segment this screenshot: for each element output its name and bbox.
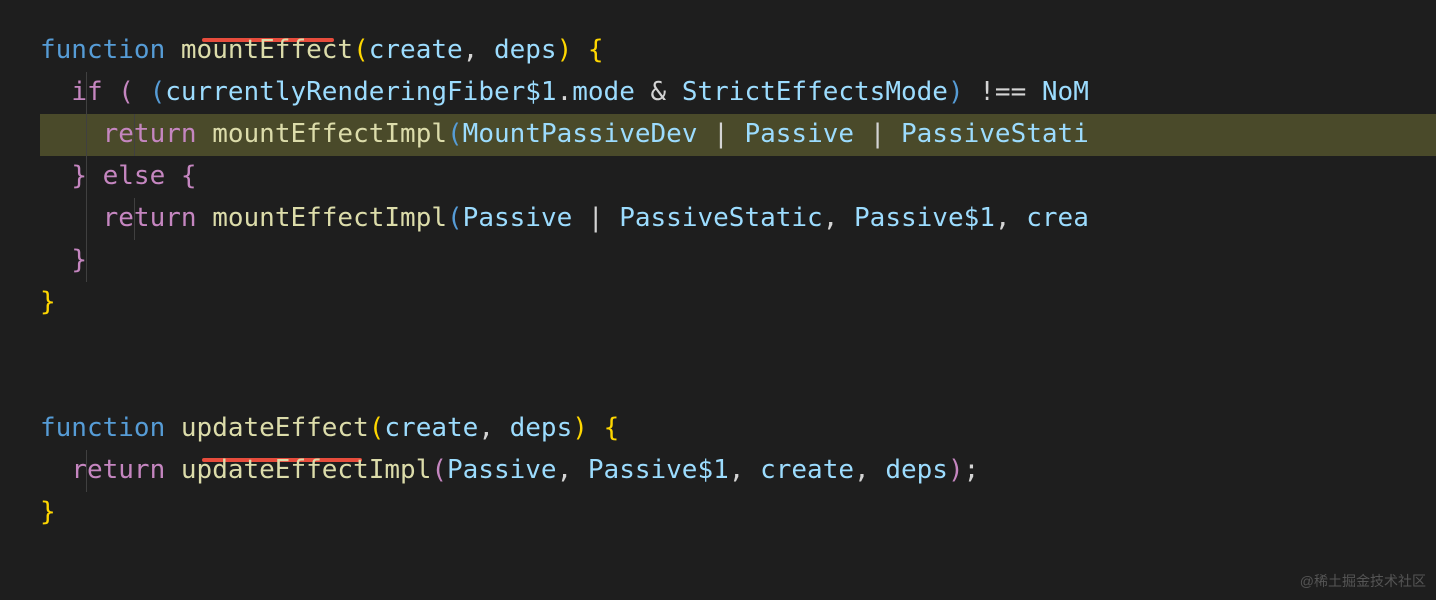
code-line-9[interactable]: return updateEffectImpl(Passive, Passive…	[40, 450, 1436, 492]
paren-open: (	[118, 77, 134, 107]
indent-guide	[86, 114, 87, 156]
comma: ,	[729, 455, 745, 485]
arg: deps	[885, 455, 948, 485]
indent-guide	[86, 450, 87, 492]
arg: PassiveStati	[901, 119, 1089, 149]
operator-pipe: |	[713, 119, 729, 149]
code-line-2[interactable]: if ( (currentlyRenderingFiber$1.mode & S…	[40, 72, 1436, 114]
arg: Passive	[447, 455, 557, 485]
function-name: updateEffect	[181, 413, 369, 443]
keyword-function: function	[40, 35, 165, 65]
function-call: mountEffectImpl	[212, 119, 447, 149]
arg: Passive$1	[588, 455, 729, 485]
indent-guide	[86, 240, 87, 282]
comma: ,	[478, 413, 494, 443]
watermark: @稀土掘金技术社区	[1300, 570, 1426, 592]
indent-guide	[134, 198, 135, 240]
paren-open: (	[447, 203, 463, 233]
paren-open: (	[447, 119, 463, 149]
paren-close: )	[557, 35, 573, 65]
arg: Passive$1	[854, 203, 995, 233]
paren-close: )	[948, 77, 964, 107]
code-line-empty-2[interactable]	[40, 366, 1436, 408]
operator-pipe: |	[588, 203, 604, 233]
semicolon: ;	[964, 455, 980, 485]
arg: PassiveStatic	[619, 203, 823, 233]
comma: ,	[557, 455, 573, 485]
keyword-function: function	[40, 413, 165, 443]
indent-guide	[86, 156, 87, 198]
function-call: updateEffectImpl	[181, 455, 431, 485]
code-line-4[interactable]: } else {	[40, 156, 1436, 198]
code-line-10[interactable]: }	[40, 492, 1436, 534]
keyword-return: return	[103, 203, 197, 233]
brace-open: {	[588, 35, 604, 65]
brace-close: }	[71, 161, 87, 191]
code-line-5[interactable]: return mountEffectImpl(Passive | Passive…	[40, 198, 1436, 240]
paren-open: (	[431, 455, 447, 485]
arg: Passive	[744, 119, 854, 149]
operator-neq: !==	[979, 77, 1026, 107]
arg: crea	[1026, 203, 1089, 233]
variable: currentlyRenderingFiber$1	[165, 77, 556, 107]
comma: ,	[463, 35, 479, 65]
arg: MountPassiveDev	[463, 119, 698, 149]
indent-guide	[86, 198, 87, 240]
param-create: create	[369, 35, 463, 65]
code-line-8[interactable]: function updateEffect(create, deps) {	[40, 408, 1436, 450]
brace-close: }	[40, 497, 56, 527]
brace-open: {	[181, 161, 197, 191]
code-line-1[interactable]: function mountEffect(create, deps) {	[40, 30, 1436, 72]
brace-close: }	[40, 287, 56, 317]
keyword-else: else	[103, 161, 166, 191]
paren-close: )	[572, 413, 588, 443]
comma: ,	[854, 455, 870, 485]
indent-guide	[86, 72, 87, 114]
param-deps: deps	[494, 35, 557, 65]
code-line-empty-1[interactable]	[40, 324, 1436, 366]
brace-close: }	[71, 245, 87, 275]
code-line-7[interactable]: }	[40, 282, 1436, 324]
arg: create	[760, 455, 854, 485]
param-create: create	[384, 413, 478, 443]
code-line-3-highlighted[interactable]: return mountEffectImpl(MountPassiveDev |…	[40, 114, 1436, 156]
paren-open: (	[150, 77, 166, 107]
comma: ,	[995, 203, 1011, 233]
function-call: mountEffectImpl	[212, 203, 447, 233]
comma: ,	[823, 203, 839, 233]
indent-guide	[134, 114, 135, 156]
paren-open: (	[369, 413, 385, 443]
code-line-6[interactable]: }	[40, 240, 1436, 282]
operator-pipe: |	[870, 119, 886, 149]
paren-close: )	[948, 455, 964, 485]
property: mode	[572, 77, 635, 107]
variable: NoM	[1042, 77, 1089, 107]
function-name: mountEffect	[181, 35, 353, 65]
arg: Passive	[463, 203, 573, 233]
paren-open: (	[353, 35, 369, 65]
dot: .	[557, 77, 573, 107]
brace-open: {	[604, 413, 620, 443]
variable: StrictEffectsMode	[682, 77, 948, 107]
keyword-return: return	[103, 119, 197, 149]
param-deps: deps	[510, 413, 573, 443]
operator-and: &	[651, 77, 667, 107]
